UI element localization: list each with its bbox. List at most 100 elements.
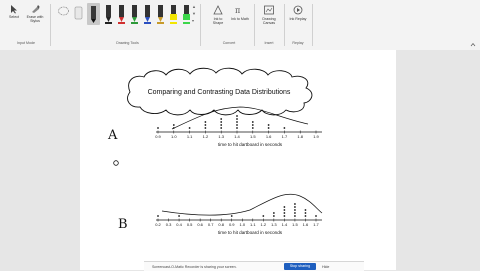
data-dot (204, 121, 207, 123)
divider (254, 4, 255, 46)
tick-label: 1.4 (234, 134, 240, 139)
data-dot (262, 215, 265, 217)
data-dot (220, 118, 223, 120)
collapse-ribbon-icon[interactable] (470, 42, 476, 47)
tick-label: 1.2 (261, 222, 267, 227)
pen-black-icon[interactable] (102, 3, 115, 25)
highlighter-yellow-icon[interactable] (167, 3, 180, 25)
data-dot (220, 124, 223, 126)
data-dot (272, 215, 275, 217)
insert-group-label: Insert (264, 41, 274, 45)
tick-label: 0.6 (197, 222, 203, 227)
tick-label: 1.1 (187, 134, 193, 139)
ink-replay-label: Ink Replay (289, 17, 307, 21)
ink-to-shape-icon (213, 5, 223, 15)
drawing-canvas-button[interactable]: Drawing Canvas (258, 4, 280, 25)
drawing-canvas-icon (264, 5, 274, 15)
divider (312, 4, 313, 46)
data-dot (204, 127, 207, 129)
label-b: B (118, 217, 128, 232)
plot-b-axis-label: time to hit dartboard in seconds (218, 230, 283, 235)
tick-label: 1.6 (266, 134, 272, 139)
plot-a-axis-label: time to hit dartboard in seconds (218, 142, 283, 147)
data-dot (172, 124, 175, 126)
erase-with-stylus-button[interactable]: Erase with Stylus (24, 4, 46, 23)
data-dot (304, 215, 307, 217)
data-dot (236, 121, 238, 123)
data-dot (294, 212, 296, 214)
convert-group-label: Convert (222, 41, 236, 45)
data-dot (178, 215, 180, 217)
data-dot (283, 127, 286, 129)
label-a: A (107, 128, 118, 143)
pen-gallery (55, 3, 190, 25)
data-dot (294, 209, 296, 211)
workspace-left (0, 50, 80, 270)
gallery-scroll[interactable]: ▲ ▼ ▾ (192, 3, 196, 25)
data-dot (251, 127, 254, 129)
lasso-select-icon[interactable] (57, 3, 70, 25)
replay-group-label: Replay (292, 41, 304, 45)
tick-label: 0.3 (166, 222, 172, 227)
drawing-canvas-label: Drawing Canvas (262, 17, 276, 26)
tick-label: 1.5 (250, 134, 256, 139)
tick-label: 1.1 (250, 222, 256, 227)
divider (50, 4, 51, 46)
select-button[interactable]: Select (6, 4, 22, 19)
tick-label: 1.6 (303, 222, 309, 227)
ink-to-shape-button[interactable]: Ink to Shape (208, 4, 228, 25)
draw-ribbon: Select Erase with Stylus Input Mode ▲ ▼ ▾ … (0, 0, 480, 51)
data-dot (272, 212, 275, 214)
data-dot (251, 124, 254, 126)
eraser-icon[interactable] (72, 3, 85, 25)
data-dot (230, 215, 233, 217)
tick-label: 0.9 (155, 134, 161, 139)
data-dot (220, 127, 223, 129)
tick-label: 1.3 (218, 134, 224, 139)
data-dot (304, 212, 307, 214)
slide-canvas[interactable]: Comparing and Contrasting Data Distribut… (80, 50, 396, 270)
ink-to-math-button[interactable]: π Ink to Math (230, 4, 250, 21)
tick-label: 1.8 (297, 134, 303, 139)
data-dot (283, 209, 286, 211)
tick-label: 1.5 (292, 222, 298, 227)
svg-text:π: π (235, 6, 240, 15)
hide-notification-link[interactable]: Hide (322, 265, 329, 269)
data-dot (267, 124, 270, 126)
ink-replay-button[interactable]: Ink Replay (288, 4, 308, 21)
data-dot (188, 127, 191, 129)
sharing-message: Screencast-O-Matic Recorder is sharing y… (152, 265, 237, 269)
tick-label: 0.7 (208, 222, 214, 227)
data-dot (283, 215, 286, 217)
select-label: Select (9, 15, 19, 19)
data-dot (304, 209, 307, 211)
data-dot (220, 121, 223, 123)
data-dot (236, 115, 238, 117)
pen-red-icon[interactable] (115, 3, 128, 25)
tick-label: 1.4 (282, 222, 288, 227)
tick-label: 0.5 (187, 222, 193, 227)
cursor-icon (11, 5, 17, 14)
tick-label: 1.0 (239, 222, 245, 227)
data-dot (236, 124, 238, 126)
divider (284, 4, 285, 46)
ink-to-math-label: Ink to Math (231, 17, 249, 21)
plot-a-marks: 0.9 1.0 1.1 1.2 1.3 1.4 1.5 1.6 1.7 1.8 1.9 (155, 115, 320, 139)
pen-blue-icon[interactable] (141, 3, 154, 25)
plot-b-curve (161, 193, 323, 216)
data-dot (294, 203, 296, 205)
tick-label: 1.9 (313, 134, 319, 139)
stop-sharing-button[interactable]: Stop sharing (284, 263, 316, 270)
data-dot (204, 124, 207, 126)
tick-label: 0.9 (229, 222, 235, 227)
pen-green-icon[interactable] (128, 3, 141, 25)
plot-b-marks: 0.2 0.3 0.4 0.5 0.6 0.7 0.8 0.9 1.0 1.1 1.2 1.3 1.4 1… (155, 203, 320, 227)
pen-gold-icon[interactable] (154, 3, 167, 25)
handwritten-o-mark (113, 160, 119, 166)
data-dot (315, 215, 317, 217)
erase-label: Erase with Stylus (26, 15, 44, 24)
data-dot (294, 215, 296, 217)
pen-selected-icon[interactable] (87, 3, 100, 25)
tick-label: 0.8 (218, 222, 224, 227)
tick-label: 1.3 (271, 222, 277, 227)
